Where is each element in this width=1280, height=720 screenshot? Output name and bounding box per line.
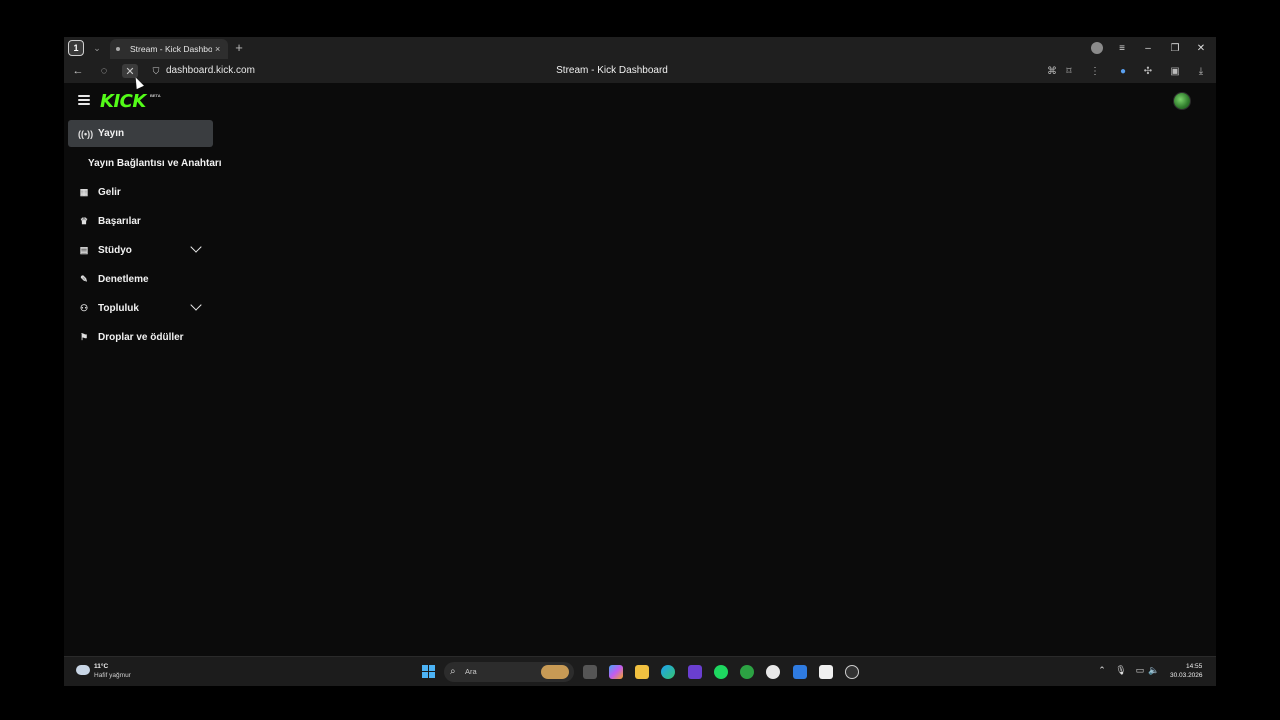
copilot-icon[interactable] [609,665,623,679]
sidebar-item-label: Gelir [98,187,121,198]
avatar[interactable] [1173,92,1191,110]
sidebar: ((•)) Yayın Yayın Bağlantısı ve Anahtarı… [68,120,228,352]
collections-icon[interactable]: ▣ [1168,64,1182,78]
restore-icon[interactable]: ❐ [1166,40,1184,56]
cloud-rain-icon[interactable] [76,665,90,675]
beta-badge: BETA [150,93,161,98]
taskbar-search[interactable]: ⌕ Ara [444,662,574,682]
search-icon: ⌕ [450,666,456,677]
chevron-down-icon[interactable] [190,241,202,253]
search-highlight-icon [541,665,569,679]
new-tab-button[interactable]: + [232,41,246,55]
app-icon[interactable] [688,665,702,679]
search-placeholder: Ara [465,667,477,676]
extension-user-icon[interactable]: ● [1116,64,1130,78]
sidebar-item-gelir[interactable]: ▦ Gelir [68,178,228,207]
xbox-icon[interactable] [740,665,754,679]
close-window-icon[interactable]: ✕ [1192,40,1210,56]
extensions-icon[interactable]: ✣ [1141,64,1155,78]
menu-icon[interactable]: ≡ [1113,40,1131,56]
tab-strip: 1 ⌄ Stream - Kick Dashboar × + ≡ – ❐ ✕ [64,37,1216,59]
profile-icon[interactable] [1088,40,1106,56]
settings-icon[interactable] [845,665,859,679]
sidebar-item-label: Stüdyo [98,245,132,256]
broadcast-icon: ((•)) [78,128,94,139]
sidebar-item-studyo[interactable]: ▤ Stüdyo [68,236,228,265]
studio-icon: ▤ [79,245,89,255]
kick-logo[interactable]: KICK [100,91,146,112]
spotify-icon[interactable] [714,665,728,679]
tab-list-chevron-icon[interactable]: ⌄ [90,41,104,55]
sidebar-item-label: Denetleme [98,274,149,285]
tab-close-icon[interactable]: × [215,44,220,54]
trophy-icon: ♛ [79,216,89,226]
download-icon[interactable]: ⤓ [1194,64,1208,78]
tab-title: Stream - Kick Dashboar [130,44,212,54]
file-explorer-icon[interactable] [635,665,649,679]
sidebar-item-topluluk[interactable]: ⚇ Topluluk [68,294,228,323]
bookmark-icon[interactable]: ⌑ [1062,64,1076,78]
weather-temp[interactable]: 11°C [94,663,108,670]
sidebar-item-label: Droplar ve ödüller [98,332,184,343]
more-icon[interactable]: ⋮ [1088,64,1102,78]
users-icon: ⚇ [79,303,89,313]
chevron-down-icon[interactable] [190,299,202,311]
sidebar-item-label: Topluluk [98,303,139,314]
sidebar-item-basarilar[interactable]: ♛ Başarılar [68,207,228,236]
address-bar: ← ◌ ✕ ⛉ dashboard.kick.com Stream - Kick… [64,59,1216,83]
store-icon[interactable] [819,665,833,679]
sidebar-item-yayin[interactable]: ((•)) Yayın [68,120,213,147]
minimize-icon[interactable]: – [1139,40,1157,56]
translate-icon[interactable]: ⌘ [1045,64,1059,78]
tab-loading-icon [116,47,120,51]
page-content: KICK BETA ((•)) Yayın Yayın Bağlantısı v… [64,83,1216,656]
task-view-icon[interactable] [583,665,597,679]
sidebar-item-label: Yayın [98,128,125,139]
page-title: Stream - Kick Dashboard [556,65,668,76]
chevron-up-icon[interactable]: ⌃ [1096,665,1108,676]
wrench-icon: ✎ [80,274,88,284]
chart-icon: ▦ [79,187,89,197]
sidebar-item-droplar[interactable]: ⚑ Droplar ve ödüller [68,323,228,352]
tab-counter-icon[interactable]: 1 [68,40,84,56]
sidebar-item-stream-key[interactable]: Yayın Bağlantısı ve Anahtarı [68,149,228,178]
browser-window: 1 ⌄ Stream - Kick Dashboar × + ≡ – ❐ ✕ ←… [64,37,1216,686]
yandex-browser-icon[interactable] [766,665,780,679]
browser-tab[interactable]: Stream - Kick Dashboar × [110,39,228,59]
hamburger-menu-icon[interactable] [78,95,90,107]
weather-desc[interactable]: Hafif yağmur [94,672,131,679]
clock-date[interactable]: 30.03.2026 [1170,672,1203,679]
network-icon[interactable]: ▭ [1134,665,1146,676]
taskbar: 11°C Hafif yağmur ⌕ Ara ⌃ 🎙 ▭ 🔈 14:55 30… [64,656,1216,686]
edge-icon[interactable] [661,665,675,679]
volume-icon[interactable]: 🔈 [1148,665,1160,676]
sidebar-item-denetleme[interactable]: ✎ Denetleme [68,265,228,294]
clock-time[interactable]: 14:55 [1186,663,1202,670]
sidebar-item-label: Başarılar [98,216,141,227]
microphone-icon[interactable]: 🎙 [1115,665,1127,676]
photos-icon[interactable] [793,665,807,679]
sidebar-item-label: Yayın Bağlantısı ve Anahtarı [88,158,222,169]
gift-icon: ⚑ [79,332,89,342]
windows-start-icon[interactable] [422,665,435,678]
